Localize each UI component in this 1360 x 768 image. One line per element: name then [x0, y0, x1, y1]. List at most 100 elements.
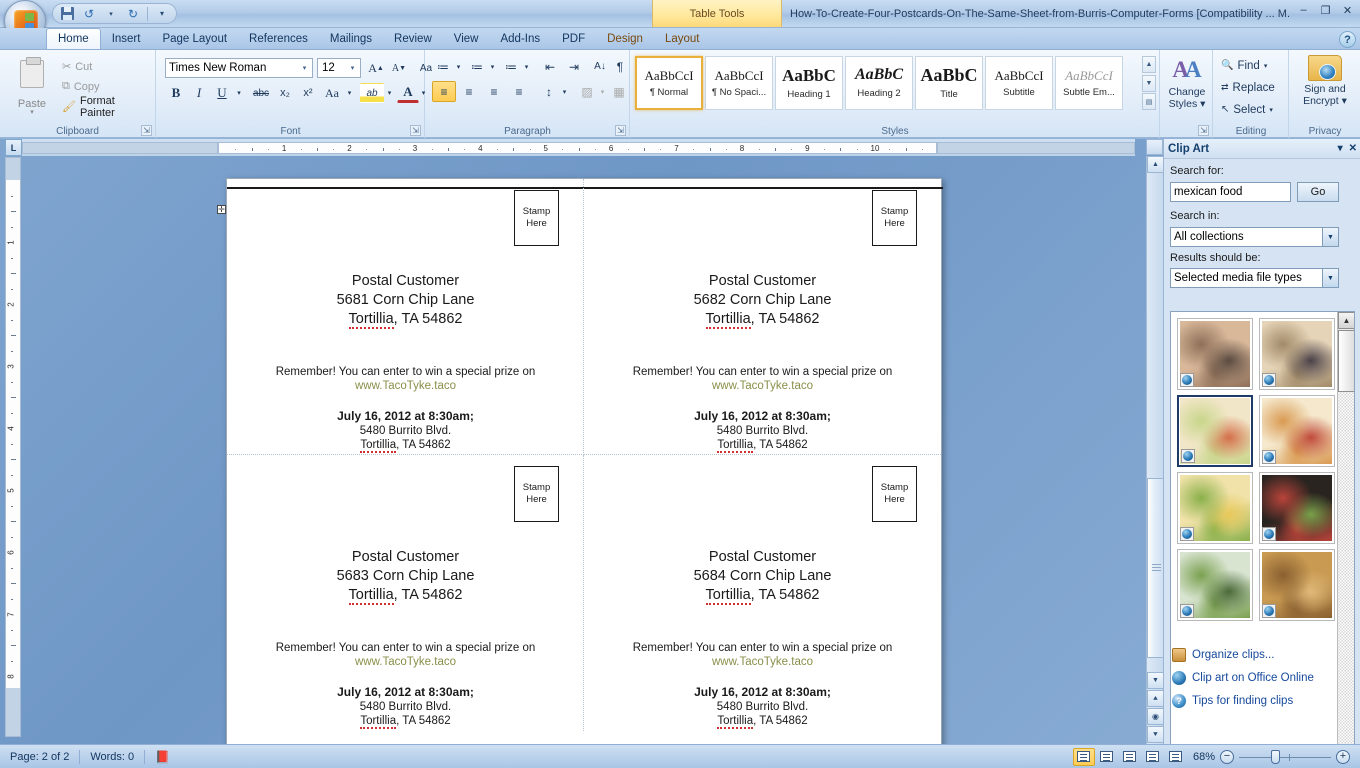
document-page[interactable]: ✛ Stamp Here Postal Customer 5681 Corn Chip…: [217, 178, 943, 768]
promo-url[interactable]: www.TacoTyke.taco: [584, 379, 941, 393]
shading-dropdown-icon[interactable]: ▾: [597, 81, 608, 102]
styles-scroll-up-button[interactable]: ▲: [1142, 56, 1156, 73]
paragraph-dialog-launcher[interactable]: ⇲: [615, 125, 626, 136]
document-vertical-scrollbar[interactable]: ▲ ▼ ⯅ ◉ ⯆: [1146, 156, 1164, 744]
format-painter-button[interactable]: 🖌 Format Painter: [58, 95, 155, 119]
clip-art-thumbnail[interactable]: [1177, 395, 1253, 467]
change-styles-icon[interactable]: AA: [1169, 56, 1205, 84]
clip-art-thumbnail[interactable]: [1177, 472, 1253, 544]
zoom-level-label[interactable]: 68%: [1193, 751, 1215, 763]
ribbon-tab-mailings[interactable]: Mailings: [319, 28, 383, 49]
ribbon-tab-insert[interactable]: Insert: [101, 28, 152, 49]
search-input[interactable]: mexican food: [1170, 182, 1291, 202]
styles-more-button[interactable]: ▤: [1142, 93, 1156, 110]
ribbon-tab-layout[interactable]: Layout: [654, 28, 711, 49]
bold-button[interactable]: B: [165, 83, 187, 103]
ribbon-tab-view[interactable]: View: [443, 28, 490, 49]
pane-link-organize-clips[interactable]: Organize clips...: [1164, 643, 1360, 666]
underline-button[interactable]: U: [211, 83, 233, 103]
close-button[interactable]: ✕: [1337, 2, 1358, 18]
font-dialog-launcher[interactable]: ⇲: [410, 125, 421, 136]
word-count-indicator[interactable]: Words: 0: [80, 748, 144, 766]
multilevel-list-button[interactable]: ≔: [500, 56, 522, 77]
results-scroll-up-button[interactable]: ▲: [1338, 312, 1354, 329]
font-color-button[interactable]: A: [397, 83, 419, 103]
paste-dropdown-icon[interactable]: ▾: [30, 109, 34, 116]
previous-page-button[interactable]: ⯅: [1147, 690, 1164, 707]
line-spacing-button[interactable]: ↕: [538, 81, 560, 102]
postcard-cell[interactable]: Stamp Here Postal Customer 5682 Corn Chip L…: [584, 179, 941, 455]
sign-and-encrypt-button[interactable]: Sign and Encrypt ▾: [1290, 83, 1360, 107]
zoom-out-button[interactable]: −: [1220, 749, 1234, 764]
clipboard-dialog-launcher[interactable]: ⇲: [141, 125, 152, 136]
recipient-address-block[interactable]: Postal Customer 5682 Corn Chip Lane Tortil…: [584, 272, 941, 329]
tab-stop-selector[interactable]: [5, 139, 22, 156]
sign-and-encrypt-icon[interactable]: [1308, 55, 1342, 81]
align-right-button[interactable]: ≡: [482, 81, 506, 102]
zoom-slider-track[interactable]: [1239, 749, 1331, 764]
select-dropdown-icon[interactable]: ▾: [1269, 106, 1273, 114]
shrink-font-button[interactable]: A ▼: [388, 58, 410, 78]
find-dropdown-icon[interactable]: ▾: [1264, 62, 1268, 70]
bullets-dropdown-icon[interactable]: ▾: [453, 56, 464, 77]
clip-art-thumbnail[interactable]: [1259, 318, 1335, 390]
subscript-button[interactable]: x₂: [274, 83, 296, 103]
split-window-box[interactable]: [1146, 139, 1163, 155]
postcard-cell[interactable]: Stamp Here Postal Customer 5684 Corn Chip L…: [584, 455, 941, 731]
results-type-dropdown-icon[interactable]: ▼: [1322, 269, 1338, 287]
ribbon-tab-design[interactable]: Design: [596, 28, 654, 49]
undo-dropdown-icon[interactable]: ▾: [101, 5, 121, 22]
full-screen-reading-view-button[interactable]: [1096, 748, 1118, 766]
undo-button[interactable]: ↺: [79, 5, 99, 22]
font-name-combo[interactable]: Times New Roman ▾: [165, 58, 313, 78]
promo-url[interactable]: www.TacoTyke.taco: [227, 379, 584, 393]
select-browse-object-button[interactable]: ◉: [1147, 708, 1164, 725]
clip-art-thumbnail[interactable]: [1259, 395, 1335, 467]
text-highlight-button[interactable]: ab: [360, 83, 384, 103]
change-case-dropdown-icon[interactable]: ▾: [344, 83, 355, 103]
select-button[interactable]: ↖ Select ▾: [1218, 99, 1276, 120]
replace-button[interactable]: ⇄ Replace: [1218, 77, 1278, 98]
help-button[interactable]: ?: [1339, 31, 1356, 48]
results-type-select[interactable]: Selected media file types ▼: [1170, 268, 1339, 288]
stamp-here-box[interactable]: Stamp Here: [514, 466, 559, 522]
style-normal[interactable]: AaBbCcI ¶ Normal: [635, 56, 703, 110]
results-scrollbar-thumb[interactable]: [1338, 330, 1354, 392]
horizontal-ruler[interactable]: 1 2 3 4 5 6 7 8 9 10: [22, 139, 1135, 156]
change-styles-button[interactable]: Change Styles ▾: [1161, 86, 1213, 110]
outline-view-button[interactable]: [1142, 748, 1164, 766]
print-layout-view-button[interactable]: [1072, 747, 1095, 766]
strikethrough-button[interactable]: abc: [249, 83, 273, 103]
restore-button[interactable]: ❐: [1315, 2, 1336, 18]
vertical-ruler[interactable]: 1 2 3 4 5 6 7 8: [5, 157, 21, 737]
grow-font-button[interactable]: A ▲: [365, 58, 387, 78]
ribbon-tab-add-ins[interactable]: Add-Ins: [489, 28, 551, 49]
find-button[interactable]: 🔍 Find ▾: [1218, 55, 1270, 76]
style-subtle-em[interactable]: AaBbCcI Subtle Em...: [1055, 56, 1123, 110]
decrease-indent-button[interactable]: ⇤: [538, 56, 562, 77]
align-center-button[interactable]: ≡: [457, 81, 481, 102]
numbering-dropdown-icon[interactable]: ▾: [487, 56, 498, 77]
pane-menu-icon[interactable]: ▾: [1338, 143, 1343, 154]
increase-indent-button[interactable]: ⇥: [562, 56, 586, 77]
style-title[interactable]: AaBbC Title: [915, 56, 983, 110]
styles-scroll-down-button[interactable]: ▼: [1142, 74, 1156, 92]
style-no-spaci[interactable]: AaBbCcI ¶ No Spaci...: [705, 56, 773, 110]
line-spacing-dropdown-icon[interactable]: ▾: [559, 81, 570, 102]
search-in-select[interactable]: All collections ▼: [1170, 227, 1339, 247]
ribbon-tab-references[interactable]: References: [238, 28, 319, 49]
highlight-dropdown-icon[interactable]: ▾: [384, 83, 395, 103]
redo-button[interactable]: ↻: [123, 5, 143, 22]
style-heading-1[interactable]: AaBbC Heading 1: [775, 56, 843, 110]
underline-dropdown-icon[interactable]: ▾: [233, 83, 245, 103]
ribbon-tab-page-layout[interactable]: Page Layout: [151, 28, 238, 49]
align-left-button[interactable]: ≡: [432, 81, 456, 102]
pane-link-clip-art-on-office-online[interactable]: Clip art on Office Online: [1164, 666, 1360, 689]
pane-close-icon[interactable]: ✕: [1349, 143, 1357, 154]
italic-button[interactable]: I: [188, 83, 210, 103]
promo-url[interactable]: www.TacoTyke.taco: [227, 655, 584, 669]
sort-button[interactable]: A↓: [589, 56, 611, 77]
search-go-button[interactable]: Go: [1297, 182, 1339, 202]
customize-qat-icon[interactable]: ▾: [152, 5, 172, 22]
postcard-cell[interactable]: Stamp Here Postal Customer 5681 Corn Chip L…: [227, 179, 584, 455]
